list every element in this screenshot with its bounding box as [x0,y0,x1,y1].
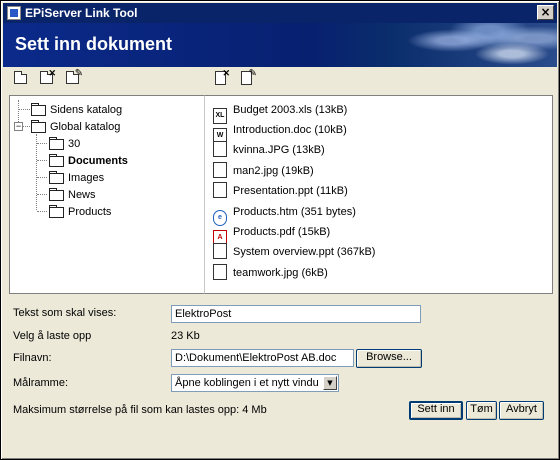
image-file-icon [213,264,227,280]
file-item[interactable]: System overview.ppt (367kB) [213,242,375,262]
tree-item-products[interactable]: Products [48,204,111,220]
link-tool-window: EPiServer Link Tool × Sett inn dokument … [0,0,560,460]
folder-delete-icon[interactable]: ✕ [37,69,57,87]
tree-item-images[interactable]: Images [48,170,104,186]
target-frame-label: Målramme: [13,377,69,389]
page-title: Sett inn dokument [15,34,172,54]
file-list: XL Budget 2003.xls (13kB) W Introduction.d… [205,95,553,294]
folder-icon [48,137,64,150]
folder-tree: − Sidens katalog Global katalog 30 Docum… [9,95,205,294]
browse-button[interactable]: Browse... [356,349,422,368]
display-text-label: Tekst som skal vises: [13,307,117,319]
file-item[interactable]: XL Budget 2003.xls (13kB) [213,100,347,124]
file-item[interactable]: man2.jpg (19kB) [213,161,314,181]
folder-open-icon[interactable] [11,69,31,87]
app-icon [7,6,21,20]
target-frame-select[interactable]: Åpne koblingen i et nytt vindu ▼ [171,374,339,392]
filename-input[interactable]: D:\Dokument\ElektroPost AB.doc [171,349,354,367]
title-bar: EPiServer Link Tool × [3,3,557,23]
file-item[interactable]: A Products.pdf (15kB) [213,222,330,246]
tree-item-sidens-katalog[interactable]: Sidens katalog [30,102,122,118]
chevron-down-icon[interactable]: ▼ [323,376,337,390]
folder-icon [48,154,64,167]
file-item[interactable]: teamwork.jpg (6kB) [213,263,328,283]
file-item[interactable]: e Products.htm (351 bytes) [213,202,356,226]
insert-button[interactable]: Sett inn [409,401,463,420]
folder-icon [30,103,46,116]
file-delete-icon[interactable]: ✕ [211,69,231,87]
image-file-icon [213,141,227,157]
folder-open-icon [30,120,46,133]
banner: Sett inn dokument [3,23,557,67]
tree-item-global-katalog[interactable]: Global katalog [30,119,120,135]
window-title: EPiServer Link Tool [25,6,138,20]
close-button[interactable]: × [537,5,554,20]
folder-icon [48,171,64,184]
cancel-button[interactable]: Avbryt [499,401,544,420]
clear-button[interactable]: Tøm [466,401,497,420]
filename-label: Filnavn: [13,352,52,364]
folder-icon [48,205,64,218]
folder-icon [48,188,64,201]
file-toolbar: ✕ ✎ [211,69,260,89]
folder-edit-icon[interactable]: ✎ [63,69,83,87]
folder-toolbar: ✕ ✎ [11,69,86,89]
upload-size-value: 23 Kb [171,330,200,342]
max-size-text: Maksimum størrelse på fil som kan lastes… [13,404,267,416]
powerpoint-file-icon [213,243,227,259]
image-file-icon [213,162,227,178]
tree-item-30[interactable]: 30 [48,136,80,152]
file-item[interactable]: W Introduction.doc (10kB) [213,120,347,144]
file-edit-icon[interactable]: ✎ [237,69,257,87]
upload-label: Velg å laste opp [13,330,92,342]
banner-decoration [407,23,557,67]
tree-item-documents[interactable]: Documents [48,153,128,169]
file-item[interactable]: kvinna.JPG (13kB) [213,140,325,160]
file-item[interactable]: Presentation.ppt (11kB) [213,181,348,201]
powerpoint-file-icon [213,182,227,198]
display-text-input[interactable]: ElektroPost [171,305,421,323]
tree-item-news[interactable]: News [48,187,96,203]
